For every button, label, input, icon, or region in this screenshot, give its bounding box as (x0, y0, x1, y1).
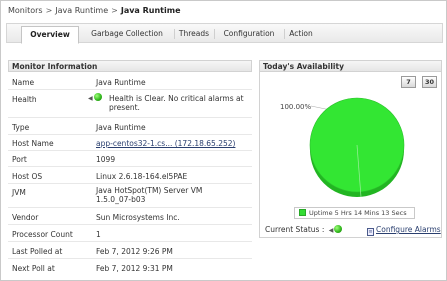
legend-swatch-uptime (299, 209, 306, 216)
breadcrumb-separator: > (45, 6, 53, 15)
info-label: Vendor (12, 213, 39, 222)
breadcrumb-monitors[interactable]: Monitors (8, 6, 43, 15)
info-row-health: Health ◀ Health is Clear. No critical al… (8, 90, 252, 118)
info-row-processor-count: Processor Count 1 (8, 225, 252, 242)
legend-label-uptime: Uptime 5 Hrs 14 Mins 13 Secs (309, 209, 407, 217)
info-value: Java Runtime (96, 123, 146, 132)
info-row-port: Port 1099 (8, 151, 252, 167)
tab-action[interactable]: Action (285, 24, 317, 43)
info-label: Last Polled at (12, 247, 63, 256)
configure-alarms-link[interactable]: Configure Alarms (376, 225, 441, 234)
arrow-left-icon: ◀ (328, 227, 334, 234)
info-value: Java Runtime (96, 78, 146, 87)
breadcrumb-java-runtime[interactable]: Java Runtime (55, 6, 108, 15)
info-value: Feb 7, 2012 9:26 PM (96, 247, 173, 256)
info-label: Host Name (12, 139, 54, 148)
info-label: Host OS (12, 172, 43, 181)
info-label: Processor Count (12, 230, 73, 239)
monitor-info-title: Monitor Information (8, 60, 252, 72)
configure-alarms-icon: ≡ (367, 228, 374, 236)
status-up-icon (334, 225, 343, 233)
info-label: JVM (12, 188, 26, 197)
tab-threads[interactable]: Threads (175, 24, 213, 43)
info-row-next-poll: Next Poll at Feb 7, 2012 9:31 PM (8, 259, 252, 276)
info-row-type: Type Java Runtime (8, 118, 252, 135)
info-value: 1099 (96, 155, 116, 164)
health-clear-icon (93, 93, 102, 101)
info-value: Linux 2.6.18-164.el5PAE (96, 172, 188, 181)
chart-legend: Uptime 5 Hrs 14 Mins 13 Secs (294, 207, 415, 219)
info-value-health: Health is Clear. No critical alarms at p… (109, 94, 244, 112)
host-name-link[interactable]: app-centos32-1.cs... (172.18.65.252) (96, 139, 252, 148)
info-value: Java HotSpot(TM) Server VM 1.5.0_07-b03 (96, 186, 203, 204)
current-status: Current Status : ◀ (265, 225, 345, 234)
breadcrumb-current: Java Runtime (120, 6, 181, 15)
info-row-host-name: Host Name app-centos32-1.cs... (172.18.6… (8, 135, 252, 151)
availability-title: Today's Availability (259, 60, 442, 72)
info-value: 1 (96, 230, 101, 239)
current-status-label: Current Status : (265, 225, 325, 234)
health-indicator: ◀ (88, 93, 105, 102)
info-label: Next Poll at (12, 264, 55, 273)
tab-garbage-collection[interactable]: Garbage Collection (81, 24, 173, 43)
arrow-left-icon: ◀ (88, 95, 93, 102)
info-label: Type (12, 123, 30, 132)
info-row-name: Name Java Runtime (8, 74, 252, 90)
info-label: Port (12, 155, 27, 164)
tab-overview[interactable]: Overview (21, 26, 79, 44)
info-value: Sun Microsystems Inc. (96, 213, 180, 222)
availability-pie-chart: 100.00% (280, 97, 405, 198)
breadcrumb: Monitors > Java Runtime > Java Runtime (8, 6, 181, 15)
info-row-vendor: Vendor Sun Microsystems Inc. (8, 208, 252, 225)
info-label: Name (12, 78, 35, 87)
info-label: Health (12, 95, 37, 104)
tab-configuration[interactable]: Configuration (215, 24, 283, 43)
pie-slices (309, 97, 405, 198)
window-frame: Monitors > Java Runtime > Java Runtime Overv… (0, 0, 447, 281)
period-7-days-button[interactable]: 7 (401, 76, 416, 88)
breadcrumb-separator: > (111, 6, 118, 15)
tab-bar: Overview Garbage Collection Threads Conf… (6, 23, 443, 44)
info-row-last-polled: Last Polled at Feb 7, 2012 9:26 PM (8, 242, 252, 259)
configure-alarms: ≡ Configure Alarms (367, 225, 441, 236)
info-value: Feb 7, 2012 9:31 PM (96, 264, 173, 273)
info-row-jvm: JVM Java HotSpot(TM) Server VM 1.5.0_07-… (8, 184, 252, 208)
info-row-host-os: Host OS Linux 2.6.18-164.el5PAE (8, 167, 252, 184)
period-30-days-button[interactable]: 30 (422, 76, 437, 88)
pie-percent-label: 100.00% (280, 103, 311, 111)
